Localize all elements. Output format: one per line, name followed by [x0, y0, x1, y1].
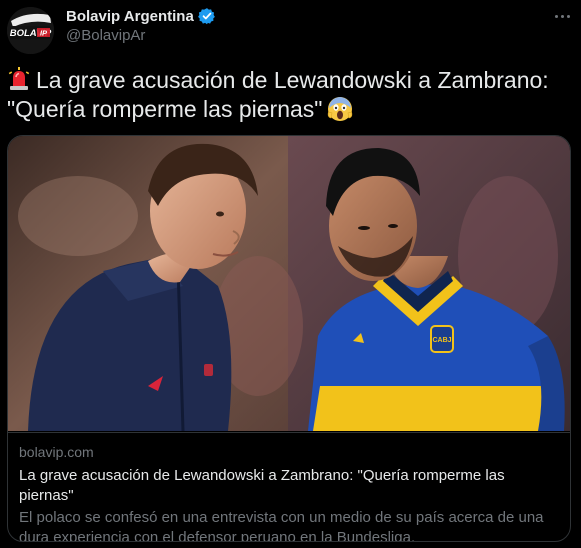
police-siren-icon — [7, 67, 31, 91]
author-display-name[interactable]: Bolavip Argentina — [66, 8, 194, 25]
tweet-body: La grave acusación de Lewandowski a Zamb… — [7, 67, 549, 122]
tweet-text: La grave acusación de Lewandowski a Zamb… — [7, 66, 572, 124]
card-description: El polaco se confesó en una entrevista c… — [19, 509, 544, 542]
author-handle[interactable]: @BolavipAr — [66, 27, 145, 44]
author-name-row[interactable]: Bolavip Argentina — [66, 6, 216, 26]
card-meta[interactable]: bolavip.com La grave acusación de Lewand… — [8, 432, 570, 542]
card-domain: bolavip.com — [19, 444, 94, 460]
face-screaming-in-fear-icon — [327, 96, 353, 122]
svg-text:IP: IP — [40, 29, 48, 38]
more-options-icon[interactable] — [549, 6, 575, 26]
bolavip-logo: BOLAVIP IP — [7, 7, 54, 54]
card-image[interactable]: CABJ — [8, 136, 570, 431]
verified-badge-icon — [197, 7, 216, 25]
card-image-badge: CABJ — [432, 337, 451, 344]
tweet[interactable]: BOLAVIP IP Bolavip Argentina @BolavipAr — [0, 0, 581, 548]
players-photo: CABJ — [8, 136, 570, 431]
link-preview-card[interactable]: CABJ bolavip.com La grave acusación de L… — [7, 135, 571, 542]
card-title: La grave acusación de Lewandowski a Zamb… — [19, 467, 505, 504]
author-avatar[interactable]: BOLAVIP IP — [7, 7, 54, 54]
